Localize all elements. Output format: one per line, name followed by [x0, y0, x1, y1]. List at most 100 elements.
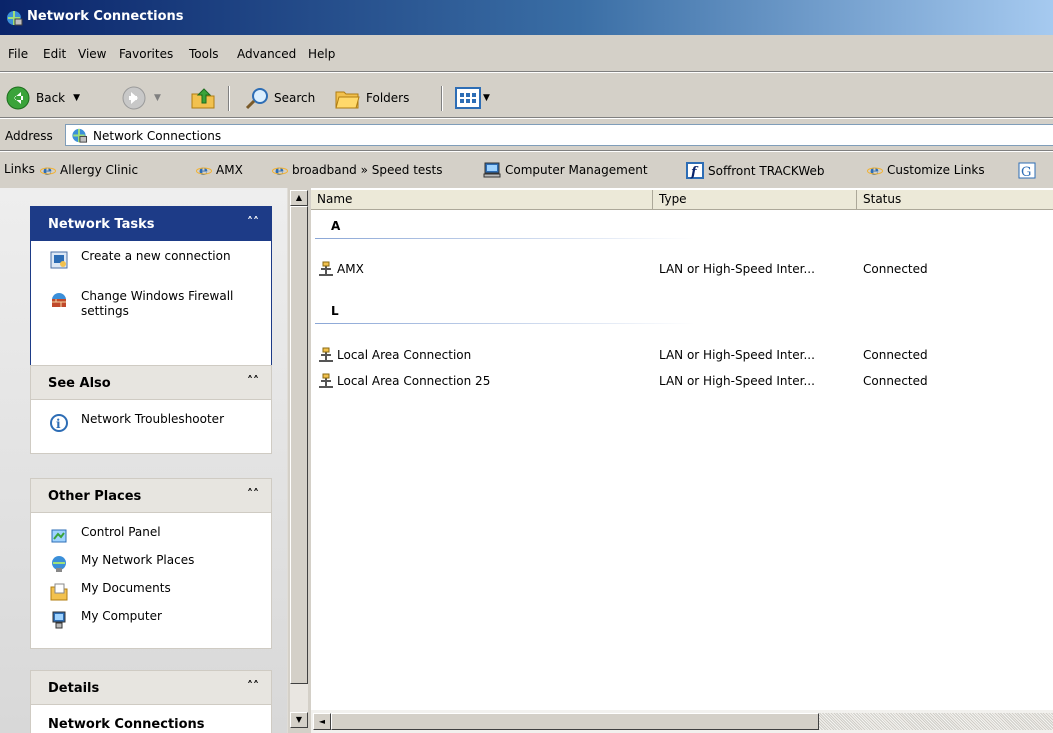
folders-label: Folders — [366, 91, 410, 105]
collapse-chevron-icon[interactable]: ˄˄ — [247, 215, 259, 229]
links-bar: Links e Allergy Clinic e AMX e broadband… — [0, 156, 1053, 184]
my-computer-icon — [52, 611, 66, 629]
link-google[interactable]: G — [1018, 162, 1036, 179]
collapse-chevron-icon[interactable]: ˄˄ — [247, 374, 259, 388]
see-also-header[interactable]: See Also ˄˄ — [30, 365, 272, 399]
forward-dropdown-icon[interactable]: ▼ — [154, 93, 161, 103]
network-places-icon — [52, 556, 66, 572]
window-title: Network Connections — [27, 9, 184, 24]
task-label: My Network Places — [81, 553, 195, 567]
forward-button[interactable]: ▼ — [122, 85, 161, 111]
column-header-type[interactable]: Type — [653, 190, 857, 210]
column-header-name[interactable]: Name — [311, 190, 653, 210]
menu-separator — [0, 71, 1053, 73]
item-name-text: AMX — [337, 262, 364, 276]
place-my-computer[interactable]: My Computer — [31, 609, 271, 637]
place-control-panel[interactable]: Control Panel — [31, 525, 271, 553]
network-tasks-panel: Network Tasks ˄˄ Create a new connection… — [30, 206, 272, 367]
up-button[interactable] — [190, 85, 216, 111]
panel-title: Details — [48, 681, 100, 696]
task-label: My Computer — [81, 609, 162, 623]
views-button[interactable]: ▼ — [455, 85, 490, 111]
search-button[interactable]: Search — [244, 85, 315, 111]
address-label: Address — [5, 129, 53, 143]
control-panel-icon — [51, 529, 67, 543]
place-my-documents[interactable]: My Documents — [31, 581, 271, 609]
collapse-chevron-icon[interactable]: ˄˄ — [247, 487, 259, 501]
task-network-troubleshooter[interactable]: i Network Troubleshooter — [31, 412, 271, 440]
task-pane: Network Tasks ˄˄ Create a new connection… — [0, 188, 287, 733]
address-separator — [0, 150, 1053, 152]
my-documents-icon — [50, 583, 68, 601]
menu-advanced[interactable]: Advanced — [237, 47, 296, 61]
link-computer-management[interactable]: Computer Management — [483, 162, 648, 178]
panel-title: See Also — [48, 376, 111, 391]
back-label: Back — [36, 91, 66, 105]
scroll-up-icon[interactable]: ▲ — [290, 190, 308, 206]
collapse-chevron-icon[interactable]: ˄˄ — [247, 679, 259, 693]
links-label: Links — [4, 162, 35, 176]
svg-text:e: e — [199, 163, 208, 178]
menu-file[interactable]: File — [8, 47, 28, 61]
lan-icon — [319, 347, 333, 362]
ie-icon: e — [867, 163, 883, 178]
group-header[interactable]: L — [331, 304, 339, 318]
task-label: Control Panel — [81, 525, 161, 539]
link-customize-links[interactable]: e Customize Links — [867, 162, 985, 178]
link-amx[interactable]: e AMX — [196, 162, 243, 178]
search-icon — [245, 88, 268, 110]
network-tasks-header[interactable]: Network Tasks ˄˄ — [30, 206, 272, 240]
toolbar-separator — [441, 86, 443, 111]
link-allergy-clinic[interactable]: e Allergy Clinic — [40, 162, 138, 178]
list-item[interactable]: Local Area Connection LAN or High-Speed … — [311, 346, 1053, 364]
other-places-header[interactable]: Other Places ˄˄ — [30, 478, 272, 512]
menu-tools[interactable]: Tools — [189, 47, 219, 61]
address-bar: Address Network Connections — [0, 122, 1053, 148]
link-label: Soffront TRACKWeb — [708, 163, 825, 178]
views-dropdown-icon[interactable]: ▼ — [483, 93, 490, 103]
link-broadband-speed-tests[interactable]: e broadband » Speed tests — [272, 162, 443, 178]
menu-favorites[interactable]: Favorites — [119, 47, 173, 61]
svg-text:G: G — [1021, 165, 1031, 179]
place-my-network-places[interactable]: My Network Places — [31, 553, 271, 581]
menu-bar: File Edit View Favorites Tools Advanced … — [0, 41, 1053, 67]
task-pane-scrollbar[interactable]: ▲ ▼ — [287, 188, 311, 733]
svg-text:e: e — [870, 163, 879, 178]
folders-button[interactable]: Folders — [334, 85, 409, 111]
menu-edit[interactable]: Edit — [43, 47, 66, 61]
forward-icon — [122, 86, 146, 110]
link-soffront-trackweb[interactable]: f Soffront TRACKWeb — [686, 162, 825, 179]
item-type: LAN or High-Speed Inter... — [659, 374, 815, 388]
task-change-firewall-settings[interactable]: Change Windows Firewall settings — [31, 289, 271, 329]
lan-icon — [319, 373, 333, 388]
group-header[interactable]: A — [331, 219, 340, 233]
new-connection-icon — [50, 251, 68, 269]
menu-view[interactable]: View — [78, 47, 106, 61]
list-horizontal-scrollbar[interactable]: ◄ — [311, 710, 1053, 733]
task-create-new-connection[interactable]: Create a new connection — [31, 249, 271, 289]
list-item[interactable]: Local Area Connection 25 LAN or High-Spe… — [311, 372, 1053, 390]
title-bar[interactable]: Network Connections — [0, 0, 1053, 35]
scroll-left-icon[interactable]: ◄ — [313, 713, 331, 730]
folders-icon — [335, 91, 360, 109]
scroll-thumb[interactable] — [331, 713, 819, 730]
menu-help[interactable]: Help — [308, 47, 335, 61]
scroll-down-icon[interactable]: ▼ — [290, 712, 308, 728]
views-icon — [455, 87, 481, 109]
ie-icon: e — [40, 163, 56, 178]
list-item[interactable]: AMX LAN or High-Speed Inter... Connected — [311, 260, 1053, 278]
scroll-thumb[interactable] — [290, 206, 308, 684]
address-field[interactable]: Network Connections — [65, 124, 1053, 146]
column-header-status[interactable]: Status — [857, 190, 1053, 210]
search-label: Search — [274, 91, 316, 105]
scroll-track[interactable] — [819, 713, 1053, 730]
item-status: Connected — [863, 348, 928, 362]
task-label: Change Windows Firewall settings — [81, 289, 234, 318]
lan-icon — [319, 261, 333, 276]
back-dropdown-icon[interactable]: ▼ — [73, 93, 80, 103]
network-connections-icon — [7, 11, 23, 26]
back-button[interactable]: Back ▼ — [6, 85, 80, 111]
details-header[interactable]: Details ˄˄ — [30, 670, 272, 704]
troubleshooter-icon: i — [50, 414, 68, 432]
link-label: AMX — [216, 163, 243, 177]
